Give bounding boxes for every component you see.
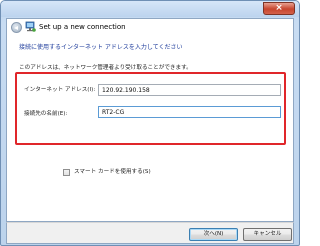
address-label: インターネット アドレス(I): xyxy=(24,87,96,93)
wizard-window: × Set up a new connection 接続に使用するインターネット… xyxy=(0,0,300,246)
next-button[interactable]: 次へ(N) xyxy=(189,228,238,241)
network-connection-icon xyxy=(25,21,36,32)
back-arrow-icon[interactable] xyxy=(11,22,22,33)
nav-row: Set up a new connection xyxy=(11,21,291,35)
highlight-frame: インターネット アドレス(I): 120.92.190.158 接続先の名前(E… xyxy=(15,72,286,145)
smartcard-label: スマート カードを使用する(S) xyxy=(74,169,151,175)
destination-name-input[interactable]: RT2-CG xyxy=(98,106,281,118)
address-input[interactable]: 120.92.190.158 xyxy=(98,84,281,96)
window-title: Set up a new connection xyxy=(39,23,126,31)
close-button[interactable]: × xyxy=(263,2,295,15)
cancel-button[interactable]: キャンセル xyxy=(243,228,292,241)
smartcard-checkbox[interactable] xyxy=(63,169,70,176)
destination-name-label: 接続先の名前(E): xyxy=(24,111,68,117)
content-panel: Set up a new connection 接続に使用するインターネット ア… xyxy=(6,18,294,222)
title-bar: × xyxy=(1,1,299,17)
button-bar: 次へ(N) キャンセル xyxy=(6,222,294,244)
page-heading: 接続に使用するインターネット アドレスを入力してください xyxy=(19,44,183,51)
page-description: このアドレスは、ネットワーク管理者より受け取ることができます。 xyxy=(19,65,192,71)
